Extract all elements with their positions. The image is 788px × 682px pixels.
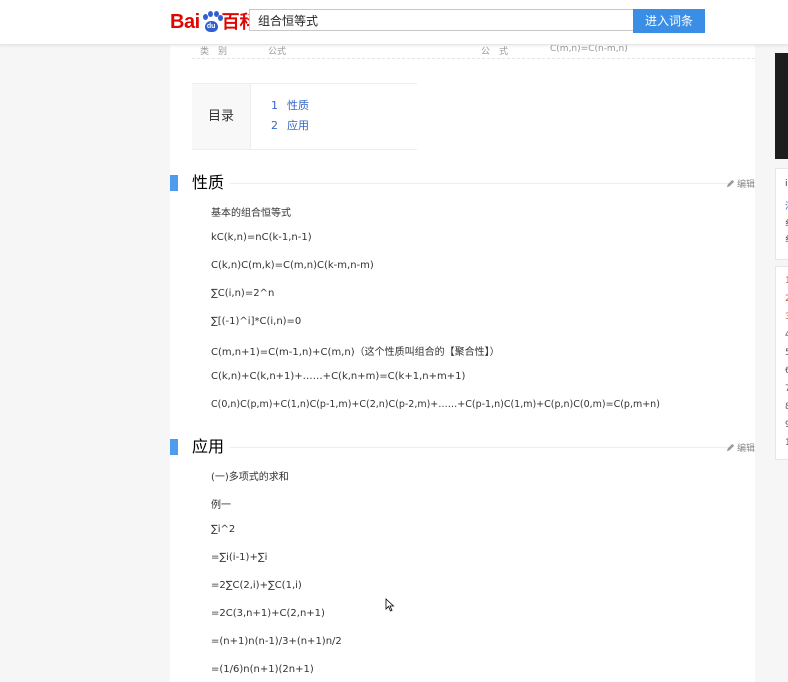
content-line: ∑C(i,n)=2^n <box>211 288 275 299</box>
info-label-category: 类 别 <box>200 47 228 57</box>
section-header-applications: 应用 编辑 <box>170 437 755 457</box>
toc-item-number: 1 <box>271 99 278 112</box>
content-line: ∑[(-1)^i]*C(i,n)=0 <box>211 316 302 327</box>
top-bar: Bai du 百科 组合恒等式 进入词条 <box>0 0 788 45</box>
info-value-formula: C(m,n)=C(n-m,n) <box>550 44 628 54</box>
content-line: =(1/6)n(n+1)(2n+1) <box>211 664 314 675</box>
mouse-cursor-icon <box>385 598 395 612</box>
paw-icon: du <box>201 11 223 33</box>
edit-button[interactable]: 编辑 <box>726 177 755 190</box>
section-divider <box>230 447 731 448</box>
toc-item-number: 2 <box>271 119 278 132</box>
logo-du-text: du <box>204 21 218 32</box>
edit-label: 编辑 <box>736 444 755 454</box>
toc-item-label: 性质 <box>287 99 309 112</box>
info-value-category: 公式 <box>268 47 287 57</box>
content-line: C(k,n)C(m,k)=C(m,n)C(k-m,n-m) <box>211 260 374 271</box>
content-line: =2C(3,n+1)+C(2,n+1) <box>211 608 325 619</box>
sidebar-photo[interactable] <box>775 53 788 159</box>
section-title: 应用 <box>192 437 225 456</box>
left-gutter <box>0 44 170 682</box>
logo-bai-text: Bai <box>170 11 200 33</box>
content-line: kC(k,n)=nC(k-1,n-1) <box>211 232 312 243</box>
search-input[interactable]: 组合恒等式 <box>249 9 633 31</box>
content-line: C(k,n)+C(k,n+1)+……+C(k,n+m)=C(k+1,n+m+1) <box>211 371 466 382</box>
content-line: 例一 <box>211 500 231 511</box>
edit-button[interactable]: 编辑 <box>726 441 755 454</box>
section-header-properties: 性质 编辑 <box>170 173 755 193</box>
enter-entry-button[interactable]: 进入词条 <box>633 9 705 33</box>
pencil-icon <box>726 179 735 188</box>
content-line: (一)多项式的求和 <box>211 472 289 483</box>
content-line: 基本的组合恒等式 <box>211 208 291 219</box>
basic-info-row: 类 别 公式 公 式 C(m,n)=C(n-m,n) <box>192 44 755 59</box>
toc-item-applications[interactable]: 2 应用 <box>271 117 309 133</box>
pencil-icon <box>726 443 735 452</box>
content-line: C(m,n+1)=C(m-1,n)+C(m,n)（这个性质叫组合的【聚合性】） <box>211 347 500 358</box>
sidebar-list: 1 2 3 4 5 6 7 8 9 1 <box>775 266 788 460</box>
info-label-formula: 公 式 <box>481 47 509 57</box>
toc-item-label: 应用 <box>287 119 309 132</box>
content-line: C(0,n)C(p,m)+C(1,n)C(p-1,m)+C(2,n)C(p-2,… <box>211 399 660 410</box>
edit-label: 编辑 <box>736 180 755 190</box>
table-of-contents: 目录 1 性质 2 应用 <box>192 83 417 150</box>
section-marker <box>170 439 178 455</box>
sidebar-box: i 注 纟 纟 <box>775 168 788 260</box>
section-marker <box>170 175 178 191</box>
section-title: 性质 <box>192 173 225 192</box>
content-line: =∑i(i-1)+∑i <box>211 552 268 563</box>
toc-title: 目录 <box>192 84 251 149</box>
content-line: =2∑C(2,i)+∑C(1,i) <box>211 580 302 591</box>
content-line: =(n+1)n(n-1)/3+(n+1)n/2 <box>211 636 342 647</box>
toc-item-properties[interactable]: 1 性质 <box>271 97 309 113</box>
baidu-baike-logo[interactable]: Bai du 百科 <box>170 7 258 33</box>
sidebar-text: i <box>785 179 788 189</box>
section-divider <box>230 183 731 184</box>
content-line: ∑i^2 <box>211 524 236 535</box>
